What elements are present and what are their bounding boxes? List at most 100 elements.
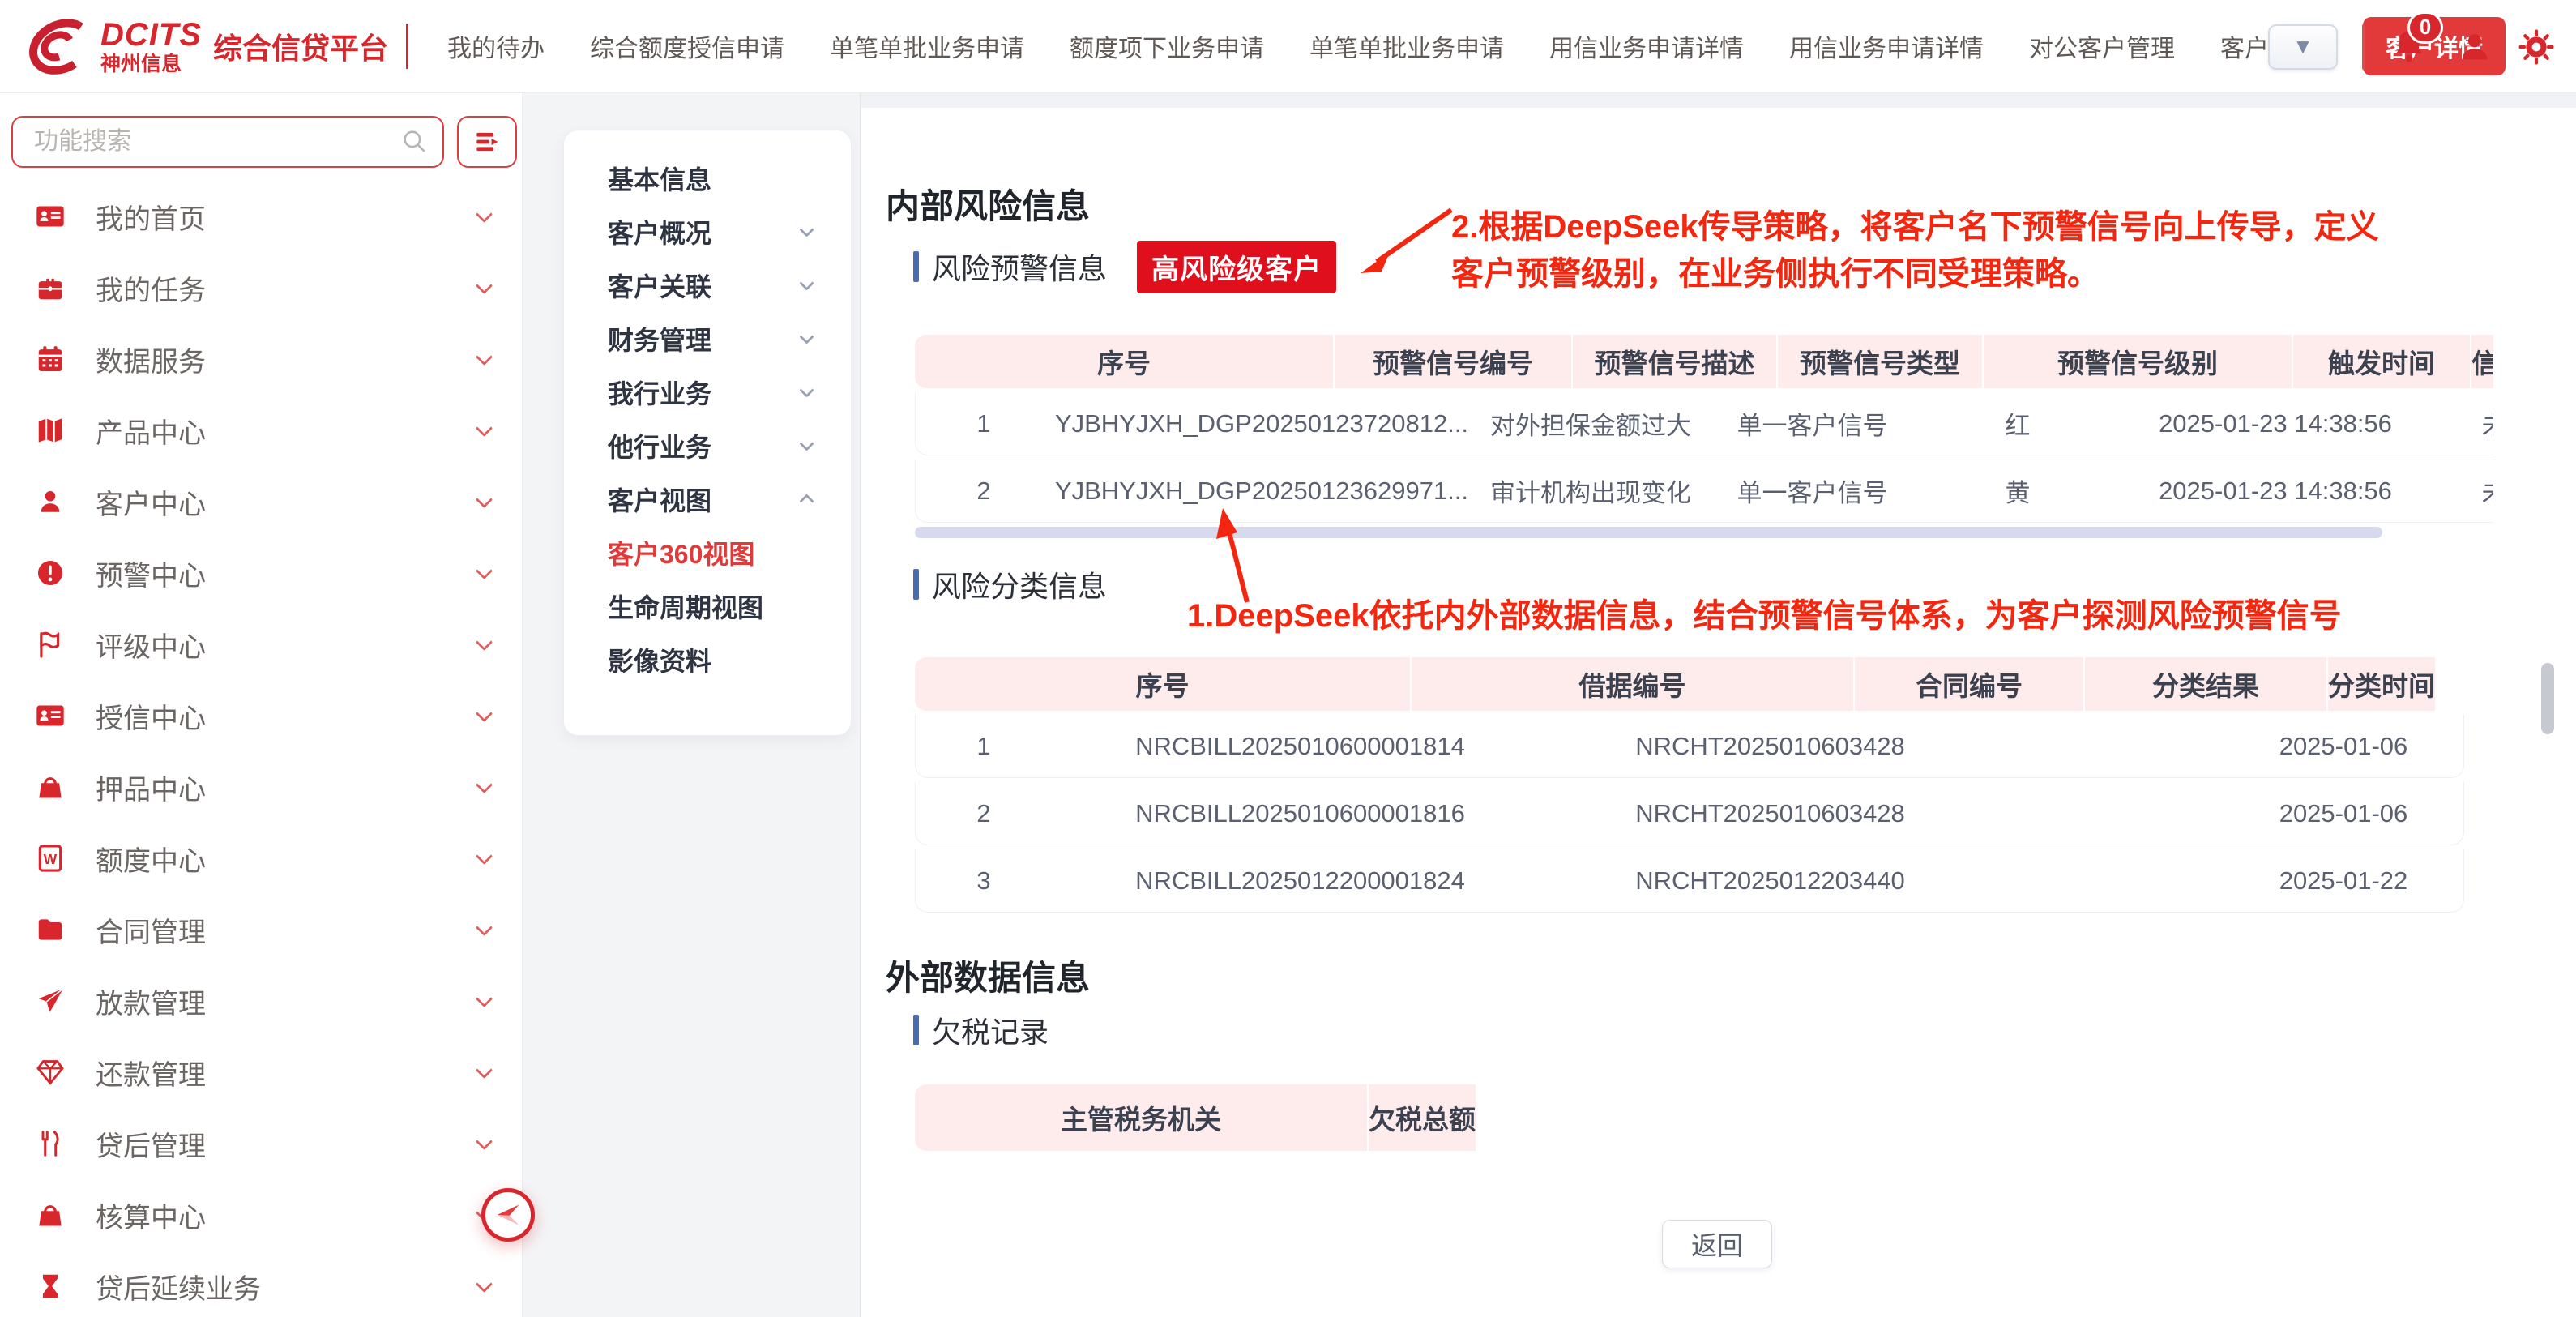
briefcase-icon [34, 272, 66, 304]
sidebar-item-accounting-center[interactable]: 核算中心 [0, 1179, 523, 1251]
left-sidebar: 我的首页 我的任务 数据服务 产品中心 客户中心 预警中心 [0, 93, 523, 1317]
chevron-down-icon [476, 704, 493, 721]
search-input[interactable] [11, 116, 444, 168]
chevron-down-icon [799, 329, 814, 344]
submenu-item-image-materials[interactable]: 影像资料 [564, 633, 851, 686]
table-row[interactable]: 1 NRCBILL2025010600001814 NRCHT202501060… [915, 715, 2464, 778]
sidebar-collapse-button[interactable] [457, 116, 517, 168]
panel-collapse-button[interactable] [481, 1188, 535, 1242]
column-header: 预警信号编号 [1335, 335, 1573, 388]
sidebar-item-label: 评级中心 [96, 625, 206, 665]
chevron-down-icon [799, 383, 814, 397]
user-icon[interactable] [2456, 26, 2493, 68]
sidebar-item-post-loan-continuation[interactable]: 贷后延续业务 [0, 1251, 523, 1317]
annotation-2-arrow [1348, 199, 1461, 288]
table-row[interactable]: 1 YJBHYJXH_DGP20250123720812... 对外担保金额过大… [915, 392, 2493, 455]
risk-class-section-label: 风险分类信息 [913, 563, 1107, 605]
nav-tab[interactable]: 我的待办 [447, 28, 545, 64]
submenu-item-basic-info[interactable]: 基本信息 [564, 152, 851, 205]
submenu-item-customer-view[interactable]: 客户视图 [564, 472, 851, 526]
nav-tab[interactable]: 用信业务申请详情 [1789, 28, 1984, 64]
sidebar-item-my-home[interactable]: 我的首页 [0, 181, 523, 252]
table-header-row: 序号预警信号编号预警信号描述预警信号类型预警信号级别触发时间信号状态 [915, 335, 2493, 388]
submenu-item-lifecycle-view[interactable]: 生命周期视图 [564, 579, 851, 633]
sidebar-item-label: 我的任务 [96, 268, 206, 308]
cell-signal-desc: 对外担保金额过大 [1472, 392, 1710, 455]
sidebar-item-data-services[interactable]: 数据服务 [0, 323, 523, 395]
submenu-item-customer-360-view[interactable]: 客户360视图 [564, 526, 851, 579]
dcits-logo-icon [24, 14, 92, 79]
column-header: 欠税总额 [1369, 1084, 1476, 1151]
chevron-down-icon [476, 205, 493, 222]
submenu-item-other-bank-business[interactable]: 他行业务 [564, 419, 851, 472]
sidebar-item-label: 产品中心 [96, 411, 206, 451]
submenu-item-our-bank-business[interactable]: 我行业务 [564, 366, 851, 419]
annotation-2-line2: 客户预警级别，在业务侧执行不同受理策略。 [1451, 250, 2379, 297]
sidebar-item-collateral-center[interactable]: 押品中心 [0, 751, 523, 823]
nav-tab[interactable]: 额度项下业务申请 [1070, 28, 1264, 64]
vertical-scrollbar[interactable] [2541, 663, 2554, 734]
cell-signal-status: 未解除 [2430, 392, 2493, 455]
logo-company: 神州信息 [100, 54, 202, 75]
chevron-down-icon [476, 562, 493, 579]
top-bar: DCITS 神州信息 综合信贷平台 我的待办 综合额度授信申请 单笔单批业务申请… [0, 0, 2576, 93]
back-button[interactable]: 返回 [1662, 1220, 1772, 1268]
chevron-down-icon [476, 847, 493, 864]
section-bar [913, 1015, 919, 1045]
chevron-down-icon [476, 348, 493, 365]
sidebar-item-disbursement-management[interactable]: 放款管理 [0, 965, 523, 1037]
sidebar-item-my-tasks[interactable]: 我的任务 [0, 252, 523, 323]
sidebar-item-label: 贷后延续业务 [96, 1267, 261, 1306]
submenu-item-financial-management[interactable]: 财务管理 [564, 312, 851, 366]
sidebar-item-rating-center[interactable]: 评级中心 [0, 609, 523, 680]
table-row[interactable]: 2 YJBHYJXH_DGP20250123629971... 审计机构出现变化… [915, 460, 2493, 523]
submenu-item-customer-overview[interactable]: 客户概况 [564, 205, 851, 259]
nav-tab[interactable]: 综合额度授信申请 [590, 28, 784, 64]
sidebar-item-label: 预警中心 [96, 554, 206, 593]
tabs-dropdown-button[interactable]: ▼ [2268, 24, 2338, 70]
user-icon [34, 485, 66, 518]
column-header: 触发时间 [2293, 335, 2471, 388]
sidebar-item-label: 额度中心 [96, 839, 206, 879]
nav-tab[interactable]: 单笔单批业务申请 [1309, 28, 1504, 64]
annotation-1: 1.DeepSeek依托内外部数据信息，结合预警信号体系，为客户探测风险预警信号 [1187, 592, 2342, 639]
folder-icon [34, 913, 66, 946]
chevron-down-icon [476, 1061, 493, 1078]
table-body: 1 NRCBILL2025010600001814 NRCHT202501060… [915, 715, 2464, 913]
chevron-down-icon [476, 490, 493, 507]
nav-tab[interactable]: 单笔单批业务申请 [830, 28, 1024, 64]
table-row[interactable]: 3 NRCBILL2025012200001824 NRCHT202501220… [915, 849, 2464, 913]
submenu-item-label: 客户概况 [608, 213, 711, 250]
external-data-title: 外部数据信息 [886, 951, 1090, 1000]
sidebar-item-contract-management[interactable]: 合同管理 [0, 894, 523, 965]
column-header: 序号 [915, 657, 1412, 711]
sidebar-item-customer-center[interactable]: 客户中心 [0, 466, 523, 537]
cell-class-result [1992, 715, 2222, 777]
horizontal-scrollbar[interactable] [915, 527, 2382, 538]
nav-tab[interactable]: 用信业务申请详情 [1549, 28, 1744, 64]
sidebar-item-warning-center[interactable]: 预警中心 [0, 537, 523, 609]
sidebar-item-limit-center[interactable]: W 额度中心 [0, 823, 523, 894]
chevron-up-icon [799, 494, 814, 508]
notification-badge: 0 [2407, 11, 2443, 44]
cell-contract-no: NRCHT2025010603428 [1549, 715, 1992, 777]
sidebar-item-label: 还款管理 [96, 1053, 206, 1093]
submenu-item-label: 我行业务 [608, 374, 711, 411]
submenu-item-customer-relations[interactable]: 客户关联 [564, 259, 851, 312]
gear-icon[interactable] [2518, 26, 2555, 68]
sidebar-item-credit-center[interactable]: 授信中心 [0, 680, 523, 751]
paper-plane-left-icon [492, 1199, 524, 1231]
sidebar-item-repayment-management[interactable]: 还款管理 [0, 1037, 523, 1108]
handbag-icon [34, 771, 66, 803]
nav-tab[interactable]: 对公客户管理 [2029, 28, 2175, 64]
notifications-button[interactable]: 0 [2390, 23, 2432, 71]
chevron-down-icon [476, 918, 493, 935]
logo-text-block: DCITS 神州信息 [100, 19, 202, 75]
logo-divider [406, 24, 408, 69]
submenu-item-label: 客户视图 [608, 481, 711, 518]
sidebar-item-product-center[interactable]: 产品中心 [0, 395, 523, 466]
submenu-item-label: 财务管理 [608, 320, 711, 357]
sidebar-item-post-loan-management[interactable]: 贷后管理 [0, 1108, 523, 1179]
submenu-band: 基本信息 客户概况 客户关联 财务管理 我行业务 他行业务 客户视图 客户360… [523, 93, 860, 1317]
table-row[interactable]: 2 NRCBILL2025010600001816 NRCHT202501060… [915, 782, 2464, 845]
